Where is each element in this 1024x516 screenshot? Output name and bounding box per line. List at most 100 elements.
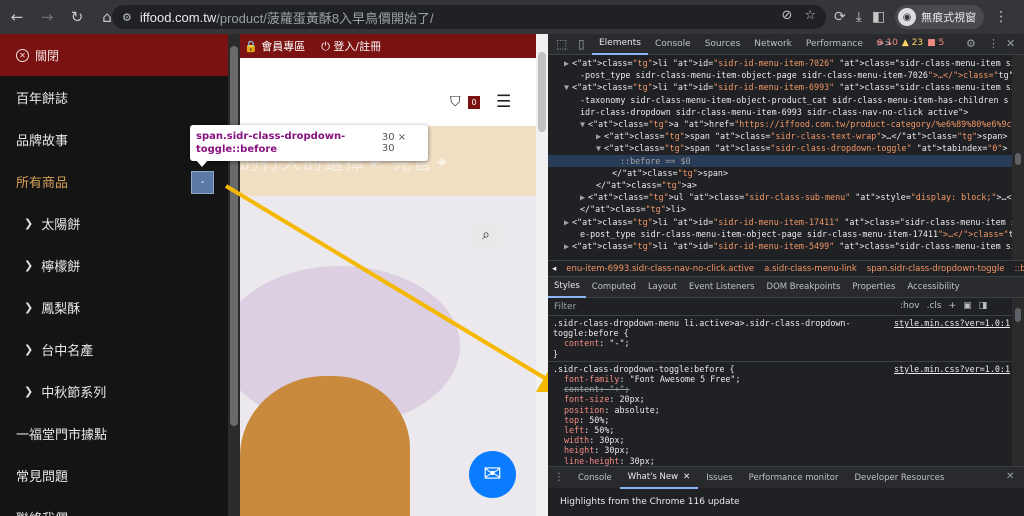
css-declaration[interactable]: left: 50%; [553,425,1007,435]
reload-icon[interactable]: ↻ [64,4,90,30]
styles-scrollbar[interactable] [1012,298,1024,466]
eye-off-icon[interactable]: ⊘ [781,8,792,23]
scroll-thumb[interactable] [230,46,238,426]
drawer-menu-icon[interactable]: ⋮ [548,472,570,483]
device-toolbar-icon[interactable]: ▯ [578,37,592,51]
incognito-profile-button[interactable]: ◉ 無痕式視窗 [895,5,985,29]
css-declaration[interactable]: line-height: 30px; [553,456,1007,466]
settings-gear-icon[interactable]: ⚙ [966,37,976,50]
dom-scrollbar[interactable] [1012,55,1024,260]
tab-computed[interactable]: Computed [586,277,642,298]
submenu-item[interactable]: ❯ 台中名產 [0,328,228,370]
dom-node[interactable]: ▼ <"at">class="tg">a "at">href="https://i… [548,118,1012,130]
tab-layout[interactable]: Layout [642,277,683,298]
computed-sidebar-icon[interactable]: ▣ [963,301,972,311]
tab-styles[interactable]: Styles [548,277,586,298]
toggle-sidebar-icon[interactable]: ◨ [979,301,988,311]
tab-elements[interactable]: Elements [592,34,648,55]
css-rule[interactable]: style.min.css?ver=1.0:1 .sidr-class-drop… [548,316,1012,362]
drawer-tab-whats-new[interactable]: What's New ✕ [619,467,699,489]
dom-node[interactable]: ▼ <"at">class="tg">li "at">id="sidr-id-me… [548,81,1012,93]
cls-toggle[interactable]: .cls [927,301,942,311]
breadcrumb-left-arrow-icon[interactable]: ◂ [552,264,556,274]
address-bar[interactable]: ⚙ iffood.com.tw /product/菠蘿蛋黃酥8入早鳥價開始了/ … [112,5,826,29]
dom-node[interactable]: idr-class-dropdown sidr-class-menu-item-… [548,106,1012,118]
dom-node[interactable]: -taxonomy sidr-class-menu-item-object-pr… [548,94,1012,106]
css-declaration[interactable]: width: 30px; [553,435,1007,445]
inspect-element-icon[interactable]: ⬚ [556,37,570,51]
site-info-icon[interactable]: ⚙ [122,11,132,24]
close-drawer-icon[interactable]: ✕ [1006,471,1014,482]
devtools-menu-icon[interactable]: ⋮ [988,37,999,50]
menu-item-history[interactable]: 百年餅誌 [0,76,228,118]
tab-event-listeners[interactable]: Event Listeners [683,277,761,298]
scroll-thumb[interactable] [1015,153,1021,165]
expand-triangle-icon[interactable]: ▶ [564,240,572,252]
tab-properties[interactable]: Properties [846,277,901,298]
menu-item-contact[interactable]: 聯絡我們 [0,496,228,516]
drawer-tab-developer-resources[interactable]: Developer Resources [846,467,952,489]
back-icon[interactable]: ← [4,4,30,30]
menu-kebab-icon[interactable]: ⋮ [994,9,1008,25]
dom-node[interactable]: ▶ <"at">class="tg">ul "at">class="sidr-cl… [548,191,1012,203]
menu-item-stores[interactable]: 一福堂門市據點 [0,412,228,454]
collapse-triangle-icon[interactable]: ▼ [580,118,588,130]
login-link[interactable]: ⏻ 登入/註冊 [321,38,381,54]
submenu-item[interactable]: ❯ 檸檬餅 [0,244,228,286]
submenu-item[interactable]: ❯ 中秋節系列 [0,370,228,412]
page-scrollbar[interactable] [536,34,548,516]
dom-node[interactable]: ▼ <"at">class="tg">span "at">class="sidr-… [548,142,1012,154]
rule-source-link[interactable]: style.min.css?ver=1.0:1 [894,364,1010,374]
dom-node[interactable]: ▶ <"at">class="tg">li "at">id="sidr-id-me… [548,57,1012,69]
dom-node[interactable]: </"at">class="tg">a> [548,179,1012,191]
breadcrumb-item[interactable]: span.sidr-class-dropdown-toggle [867,264,1005,274]
expand-triangle-icon[interactable]: ▶ [564,57,572,69]
scroll-thumb[interactable] [1015,308,1021,322]
submenu-item[interactable]: ❯ 鳳梨酥 [0,286,228,328]
css-declaration[interactable]: position: absolute; [553,405,1007,415]
breadcrumb-item[interactable]: a.sidr-class-menu-link [764,264,857,274]
css-declaration[interactable]: content: "+"; [553,384,1007,394]
expand-triangle-icon[interactable]: ▶ [564,216,572,228]
tab-dom-breakpoints[interactable]: DOM Breakpoints [761,277,847,298]
tab-accessibility[interactable]: Accessibility [901,277,965,298]
dom-tree[interactable]: ▶ <"at">class="tg">li "at">id="sidr-id-me… [548,55,1012,260]
close-menu-button[interactable]: ✕ 關閉 [0,34,228,76]
forward-icon[interactable]: → [34,4,60,30]
dom-node[interactable]: ▶ <"at">class="tg">li "at">id="sidr-id-me… [548,240,1012,252]
breadcrumb-item[interactable]: enu-item-6993.sidr-class-nav-no-click.ac… [566,264,754,274]
css-declaration[interactable]: font-size: 20px; [553,394,1007,404]
expand-triangle-icon[interactable]: ▶ [596,130,604,142]
styles-filter-input[interactable]: Filter :hov .cls + ▣ ◨ [548,298,1012,316]
tab-console[interactable]: Console [648,34,698,55]
zoom-search-icon[interactable]: ⌕ [472,221,500,249]
hamburger-menu-icon[interactable]: ☰ [496,92,511,112]
tab-sources[interactable]: Sources [698,34,748,55]
dom-node[interactable]: -post_type sidr-class-menu-item-object-p… [548,69,1012,81]
side-panel-icon[interactable]: ◧ [872,9,885,25]
sidebar-scrollbar[interactable] [228,34,240,516]
css-declaration[interactable]: top: 50%; [553,415,1007,425]
extension-icon[interactable]: ⟳ [834,9,846,25]
css-declaration[interactable]: font-family: "Font Awesome 5 Free"; [553,374,1007,384]
css-declaration[interactable]: content: "-"; [553,338,1007,348]
collapse-triangle-icon[interactable]: ▼ [596,142,604,154]
tab-performance[interactable]: Performance [799,34,870,55]
drawer-tab-performance-monitor[interactable]: Performance monitor [741,467,847,489]
dom-node[interactable]: ▶ <"at">class="tg">span "at">class="sidr-… [548,130,1012,142]
submenu-item[interactable]: ❯ 太陽餅 [0,202,228,244]
dom-node[interactable]: </"at">class="tg">li> [548,203,1012,215]
rule-source-link[interactable]: style.min.css?ver=1.0:1 [894,318,1010,328]
member-link[interactable]: 🔒 會員專區 [244,38,305,54]
drawer-tab-issues[interactable]: Issues [698,467,740,489]
breadcrumb-item[interactable]: ::before [1015,264,1024,274]
messenger-chat-icon[interactable]: ✉ [469,451,516,498]
dom-node-selected[interactable]: ::before == $0 [548,154,1012,167]
menu-item-faq[interactable]: 常見問題 [0,454,228,496]
bookmark-star-icon[interactable]: ☆ [804,8,816,23]
css-rule[interactable]: style.min.css?ver=1.0:1 .sidr-class-drop… [548,362,1012,466]
close-devtools-icon[interactable]: ✕ [1006,37,1015,50]
expand-triangle-icon[interactable]: ▶ [580,191,588,203]
css-declaration[interactable]: height: 30px; [553,445,1007,455]
dom-node[interactable]: e-post_type sidr-class-menu-item-object-… [548,228,1012,240]
